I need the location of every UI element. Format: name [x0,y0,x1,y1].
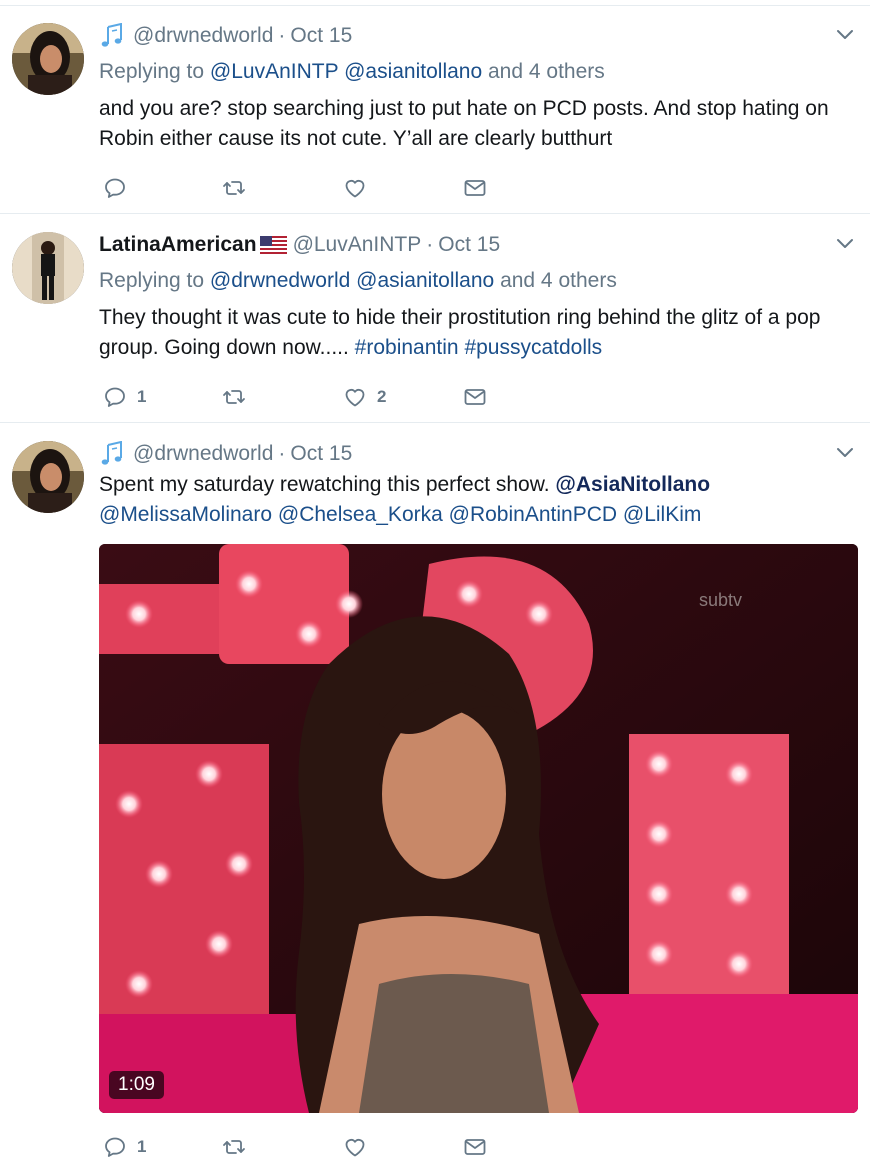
reply-icon [103,176,127,200]
tweet-header: @drwnedworld · Oct 15 [99,22,352,50]
video-thumbnail: subtv [99,544,858,1113]
tweet-text: and you are? stop searching just to put … [99,97,829,150]
like-count: 2 [377,387,387,406]
tweet-text: Spent my saturday rewatching this perfec… [99,470,859,530]
separator-dot: · [278,442,286,465]
mention-link[interactable]: @asianitollano [356,269,494,292]
video-watermark: subtv [699,590,742,610]
music-notes-icon [99,441,125,467]
tweet-feed: @drwnedworld · Oct 15 Replying to @LuvAn… [0,0,870,1172]
mention-link[interactable]: @MelissaMolinaro [99,503,272,526]
chevron-down-icon[interactable] [835,24,855,44]
direct-message-button[interactable] [463,382,487,412]
retweet-button[interactable] [222,1132,246,1162]
message-icon [463,176,487,200]
mention-link[interactable]: @drwnedworld [210,269,350,292]
music-notes-icon [99,23,125,49]
tweet[interactable]: @drwnedworld · Oct 15 Spent my saturday … [0,424,870,1172]
tweet[interactable]: @drwnedworld · Oct 15 Replying to @LuvAn… [0,6,870,214]
timestamp[interactable]: Oct 15 [438,233,500,257]
us-flag-icon [259,236,287,254]
mention-link[interactable]: @RobinAntinPCD [449,503,617,526]
tweet-text-plain: They thought it was cute to hide their p… [99,306,821,359]
tweet-text: They thought it was cute to hide their p… [99,303,859,363]
reply-button[interactable]: 1 [103,382,146,412]
like-button[interactable]: 2 [343,382,386,412]
retweet-icon [222,176,246,200]
retweet-icon [222,385,246,409]
tweet-text-plain: Spent my saturday rewatching this perfec… [99,473,556,496]
mention-link[interactable]: @Chelsea_Korka [278,503,443,526]
separator-dot: · [426,233,434,256]
direct-message-button[interactable] [463,1132,487,1162]
avatar[interactable] [12,23,84,95]
avatar[interactable] [12,232,84,304]
video-duration: 1:09 [109,1071,164,1099]
user-handle[interactable]: @drwnedworld [133,24,273,48]
hashtag-link[interactable]: #robinantin [355,336,459,359]
tweet-header: @drwnedworld · Oct 15 [99,440,352,468]
retweet-button[interactable] [222,382,246,412]
like-icon [343,385,367,409]
like-icon [343,1135,367,1159]
hashtag-link[interactable]: #pussycatdolls [464,336,602,359]
replying-to: Replying to @LuvAnINTP @asianitollano an… [99,60,605,84]
retweet-icon [222,1135,246,1159]
timestamp[interactable]: Oct 15 [290,442,352,466]
like-icon [343,176,367,200]
display-name[interactable]: LatinaAmerican [99,233,257,257]
chevron-down-icon[interactable] [835,233,855,253]
separator-dot: · [278,24,286,47]
reply-icon [103,385,127,409]
avatar[interactable] [12,441,84,513]
mention-link[interactable]: @asianitollano [344,60,482,83]
direct-message-button[interactable] [463,173,487,203]
user-handle[interactable]: @drwnedworld [133,442,273,466]
like-button[interactable] [343,1132,367,1162]
chevron-down-icon[interactable] [835,442,855,462]
mention-link[interactable]: @AsiaNitollano [555,473,710,496]
timestamp[interactable]: Oct 15 [290,24,352,48]
tweet[interactable]: LatinaAmerican @LuvAnINTP · Oct 15 Reply… [0,215,870,423]
replying-prefix: Replying to [99,60,205,83]
reply-icon [103,1135,127,1159]
video-player[interactable]: subtv 1:09 [99,544,858,1113]
message-icon [463,1135,487,1159]
others-link[interactable]: and 4 others [500,269,617,292]
retweet-button[interactable] [222,173,246,203]
reply-button[interactable]: 1 [103,1132,146,1162]
reply-count: 1 [137,387,147,406]
like-button[interactable] [343,173,367,203]
user-handle[interactable]: @LuvAnINTP [293,233,422,257]
others-link[interactable]: and 4 others [488,60,605,83]
mention-link[interactable]: @LuvAnINTP [210,60,338,83]
mention-link[interactable]: @LilKim [623,503,702,526]
reply-button[interactable] [103,173,127,203]
replying-prefix: Replying to [99,269,205,292]
replying-to: Replying to @drwnedworld @asianitollano … [99,269,617,293]
message-icon [463,385,487,409]
reply-count: 1 [137,1137,147,1156]
tweet-header: LatinaAmerican @LuvAnINTP · Oct 15 [99,231,500,259]
